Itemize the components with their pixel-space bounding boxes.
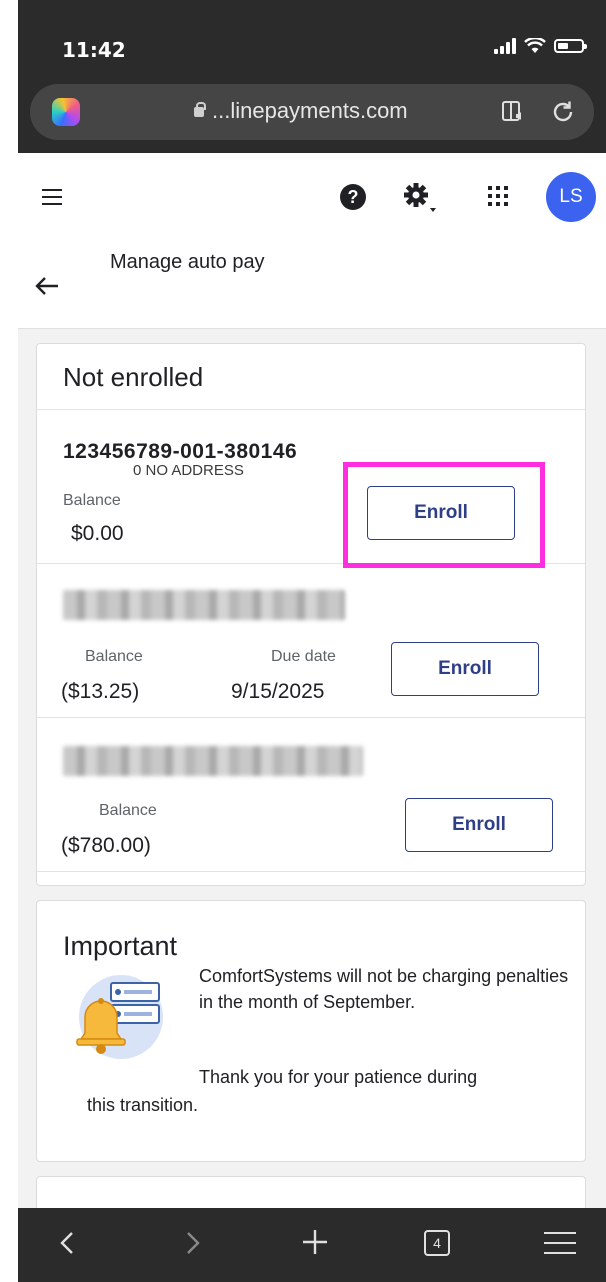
status-bar: 11:42: [18, 0, 606, 80]
address-bar[interactable]: ...linepayments.com: [30, 84, 594, 140]
new-tab-icon[interactable]: [302, 1229, 328, 1255]
settings-gear-icon[interactable]: [402, 181, 438, 215]
status-time: 11:42: [62, 38, 126, 62]
forward-nav-icon[interactable]: [186, 1231, 200, 1255]
balance-value: ($13.25): [61, 680, 140, 703]
not-enrolled-heading: Not enrolled: [37, 344, 585, 410]
account-row: Balance ($780.00) Enroll: [37, 718, 585, 872]
reload-icon[interactable]: [550, 99, 576, 125]
important-title: Important: [63, 931, 178, 961]
important-thanks: Thank you for your patience during: [199, 1067, 478, 1087]
balance-value: $0.00: [71, 522, 124, 545]
account-row: Balance ($13.25) Due date 9/15/2025 Enro…: [37, 564, 585, 718]
redacted-account-number: [63, 590, 345, 620]
not-enrolled-card: Not enrolled 123456789-001-380146 0 NO A…: [36, 343, 586, 886]
wifi-icon: [524, 38, 546, 53]
important-message: ComfortSystems will not be charging pena…: [199, 966, 569, 1012]
balance-label: Balance: [85, 648, 143, 665]
menu-icon[interactable]: [42, 189, 62, 205]
important-thanks-continued: this transition.: [87, 1095, 199, 1115]
balance-label: Balance: [99, 802, 157, 819]
due-date-value: 9/15/2025: [231, 680, 325, 703]
status-icons: [494, 38, 587, 54]
account-number: 123456789-001-380146: [63, 440, 298, 463]
tabs-count-button[interactable]: 4: [424, 1230, 450, 1256]
app-header: ? LS: [18, 153, 606, 241]
browser-toolbar: 4: [18, 1208, 606, 1282]
enroll-button[interactable]: Enroll: [405, 798, 553, 852]
browser-address-area: ...linepayments.com: [18, 80, 606, 153]
important-notice-card: Important ComfortSystems will not be cha…: [36, 900, 586, 1162]
browser-menu-icon[interactable]: [544, 1232, 576, 1254]
help-icon[interactable]: ?: [340, 184, 366, 210]
user-avatar[interactable]: LS: [546, 172, 596, 222]
enroll-button[interactable]: Enroll: [367, 486, 515, 540]
back-nav-icon[interactable]: [60, 1231, 74, 1255]
screen: 11:42 ...linepayments.com ? LS Manage au…: [18, 0, 606, 1282]
bell-notification-icon: [76, 975, 163, 1059]
apps-grid-icon[interactable]: [488, 186, 508, 206]
page-title: Manage auto pay: [110, 251, 265, 273]
due-date-label: Due date: [271, 648, 336, 665]
enroll-button[interactable]: Enroll: [391, 642, 539, 696]
lock-icon: [194, 102, 206, 117]
reader-mode-icon[interactable]: [502, 101, 524, 123]
cellular-signal-icon: [494, 38, 516, 54]
balance-value: ($780.00): [61, 834, 151, 857]
redacted-account-number: [63, 746, 363, 776]
battery-icon: [554, 39, 587, 53]
account-row: 123456789-001-380146 0 NO ADDRESS Balanc…: [37, 410, 585, 568]
page-title-row: Manage auto pay: [18, 241, 606, 329]
account-address: 0 NO ADDRESS: [133, 462, 244, 479]
url-text[interactable]: ...linepayments.com: [212, 98, 408, 124]
copilot-icon[interactable]: [52, 98, 80, 126]
back-arrow-icon[interactable]: [34, 275, 60, 297]
balance-label: Balance: [63, 492, 121, 509]
